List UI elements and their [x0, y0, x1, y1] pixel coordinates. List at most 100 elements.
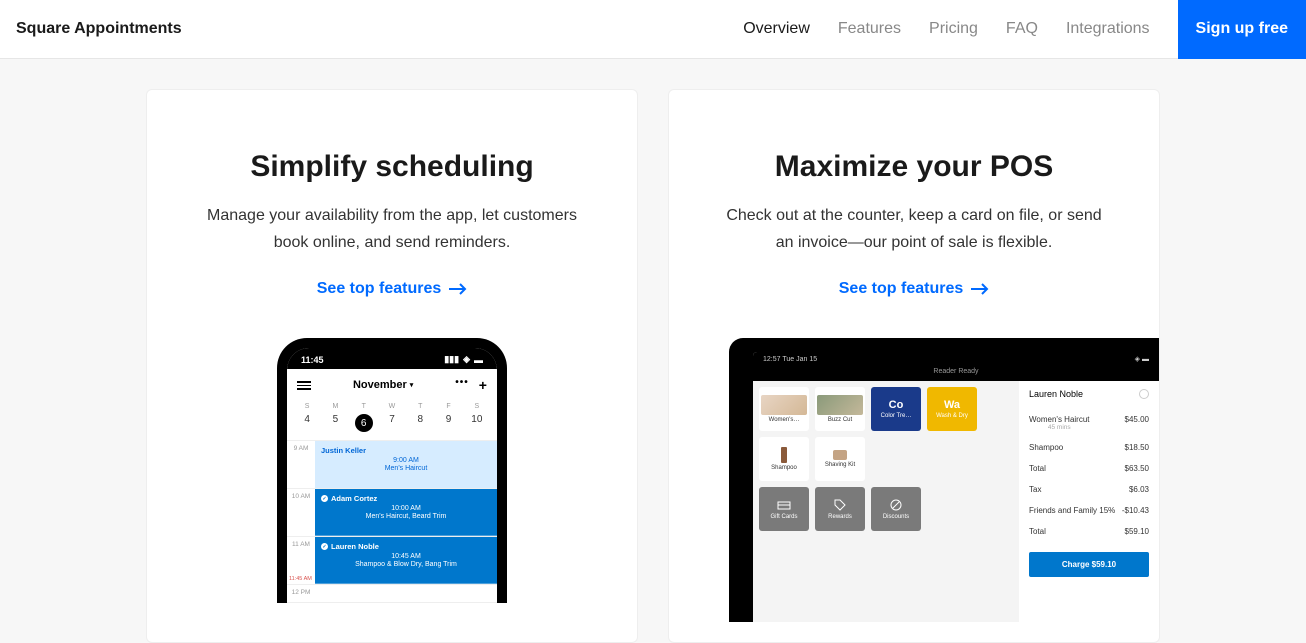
card-pos-desc: Check out at the counter, keep a card on… [699, 202, 1129, 256]
week-day: F [434, 403, 462, 410]
event-desc: Men's Haircut, Beard Trim [321, 513, 491, 520]
nav-features[interactable]: Features [838, 20, 901, 38]
receipt-line: Women's Haircut45 mins$45.00 [1029, 409, 1149, 437]
signup-button[interactable]: Sign up free [1178, 0, 1306, 59]
date-cell-selected[interactable]: 6 [350, 414, 378, 432]
battery-icon: ▬ [474, 355, 483, 365]
phone-toolbar: November ▾ ••• + [287, 369, 497, 401]
date-cell[interactable]: 8 [406, 414, 434, 432]
gift-icon [777, 498, 791, 512]
event-name: Justin Keller [321, 446, 491, 455]
event-desc: Men's Haircut [321, 465, 491, 472]
header: Square Appointments Overview Features Pr… [0, 0, 1306, 59]
tablet-status-bar: 12:57 Tue Jan 15 ◈ ▬ [753, 352, 1159, 366]
card-scheduling-desc: Manage your availability from the app, l… [177, 202, 607, 256]
month-selector[interactable]: November ▾ [353, 379, 413, 391]
percent-icon [889, 498, 903, 512]
charge-button[interactable]: Charge $59.10 [1029, 552, 1149, 577]
schedule-hour: 9 AM [287, 441, 315, 488]
card-pos-title: Maximize your POS [699, 150, 1129, 184]
nav-integrations[interactable]: Integrations [1066, 20, 1150, 38]
receipt-panel: Lauren Noble Women's Haircut45 mins$45.0… [1019, 381, 1159, 622]
grid-item-shampoo[interactable]: Shampoo [759, 437, 809, 481]
event-time: 10:45 AM [321, 553, 491, 560]
hamburger-icon[interactable] [297, 381, 311, 390]
phone-notch [342, 348, 442, 366]
date-cell[interactable]: 5 [321, 414, 349, 432]
nav: Overview Features Pricing FAQ Integratio… [743, 0, 1306, 59]
grid-item-shaving[interactable]: Shaving Kit [815, 437, 865, 481]
toolbar-right: ••• + [455, 377, 487, 393]
signal-icon: ▮▮▮ [444, 354, 459, 365]
grid-item-rewards[interactable]: Rewards [815, 487, 865, 531]
event-block[interactable]: ✓Lauren Noble 10:45 AM Shampoo & Blow Dr… [315, 537, 497, 584]
more-icon[interactable]: ••• [455, 377, 469, 393]
grid-item-discounts[interactable]: Discounts [871, 487, 921, 531]
chevron-down-icon: ▾ [410, 381, 414, 389]
event-time: 9:00 AM [321, 457, 491, 464]
event-empty [315, 585, 497, 602]
date-cell[interactable]: 10 [463, 414, 491, 432]
arrow-right-icon [449, 283, 467, 295]
grid-item-color[interactable]: CoColor Tre… [871, 387, 921, 431]
event-desc: Shampoo & Blow Dry, Bang Trim [321, 561, 491, 568]
add-icon[interactable]: + [479, 377, 487, 393]
user-icon [1139, 389, 1149, 399]
current-time-marker: 11:45 AM [289, 576, 312, 582]
event-block[interactable]: Justin Keller 9:00 AM Men's Haircut [315, 441, 497, 488]
week-day: T [406, 403, 434, 410]
check-icon: ✓ [321, 543, 328, 550]
week-row: S M T W T F S [287, 401, 497, 414]
tablet-status-icons: ◈ ▬ [1135, 355, 1149, 363]
nav-pricing[interactable]: Pricing [929, 20, 978, 38]
tablet-mockup: 12:57 Tue Jan 15 ◈ ▬ Reader Ready Women'… [729, 338, 1159, 622]
date-cell[interactable]: 7 [378, 414, 406, 432]
wifi-icon: ◈ [463, 354, 470, 365]
month-label: November [353, 379, 407, 391]
date-row: 4 5 6 7 8 9 10 [287, 414, 497, 440]
schedule-row: 9 AM Justin Keller 9:00 AM Men's Haircut [287, 441, 497, 489]
check-icon: ✓ [321, 495, 328, 502]
arrow-right-icon [971, 283, 989, 295]
receipt-line: Tax$6.03 [1029, 479, 1149, 500]
brand-title: Square Appointments [16, 20, 182, 38]
content: Simplify scheduling Manage your availabi… [0, 59, 1306, 643]
receipt-customer[interactable]: Lauren Noble [1029, 389, 1149, 399]
date-cell[interactable]: 9 [434, 414, 462, 432]
grid-item-gift[interactable]: Gift Cards [759, 487, 809, 531]
receipt-line: Friends and Family 15%-$10.43 [1029, 500, 1149, 521]
phone-status-icons: ▮▮▮ ◈ ▬ [444, 354, 483, 365]
schedule-hour: 12 PM [287, 585, 315, 602]
card-scheduling-title: Simplify scheduling [177, 150, 607, 184]
link-label: See top features [839, 280, 963, 298]
grid-item-wash[interactable]: WaWash & Dry [927, 387, 977, 431]
date-cell[interactable]: 4 [293, 414, 321, 432]
receipt-line: Total$59.10 [1029, 521, 1149, 542]
pos-grid: Women's… Buzz Cut CoColor Tre… WaWash & … [753, 381, 1019, 622]
grid-item-buzz[interactable]: Buzz Cut [815, 387, 865, 431]
event-name: ✓Lauren Noble [321, 542, 491, 551]
schedule-hour: 11 AM11:45 AM [287, 537, 315, 584]
card-pos: Maximize your POS Check out at the count… [668, 89, 1160, 643]
nav-faq[interactable]: FAQ [1006, 20, 1038, 38]
week-day: S [463, 403, 491, 410]
card-pos-link[interactable]: See top features [839, 280, 989, 298]
receipt-line: Total$63.50 [1029, 458, 1149, 479]
event-block[interactable]: ✓Adam Cortez 10:00 AM Men's Haircut, Bea… [315, 489, 497, 536]
event-name: ✓Adam Cortez [321, 494, 491, 503]
schedule-row: 12 PM [287, 585, 497, 603]
tablet-time: 12:57 Tue Jan 15 [763, 356, 817, 363]
week-day: T [350, 403, 378, 410]
week-day: S [293, 403, 321, 410]
phone-mockup: 11:45 ▮▮▮ ◈ ▬ November ▾ ••• + [277, 338, 507, 603]
nav-overview[interactable]: Overview [743, 20, 810, 38]
card-scheduling-link[interactable]: See top features [317, 280, 467, 298]
link-label: See top features [317, 280, 441, 298]
week-day: W [378, 403, 406, 410]
week-day: M [321, 403, 349, 410]
tablet-header: Reader Ready [753, 366, 1159, 381]
schedule-row: 11 AM11:45 AM ✓Lauren Noble 10:45 AM Sha… [287, 537, 497, 585]
grid-item-womens[interactable]: Women's… [759, 387, 809, 431]
tablet-screen: 12:57 Tue Jan 15 ◈ ▬ Reader Ready Women'… [753, 352, 1159, 622]
card-scheduling: Simplify scheduling Manage your availabi… [146, 89, 638, 643]
